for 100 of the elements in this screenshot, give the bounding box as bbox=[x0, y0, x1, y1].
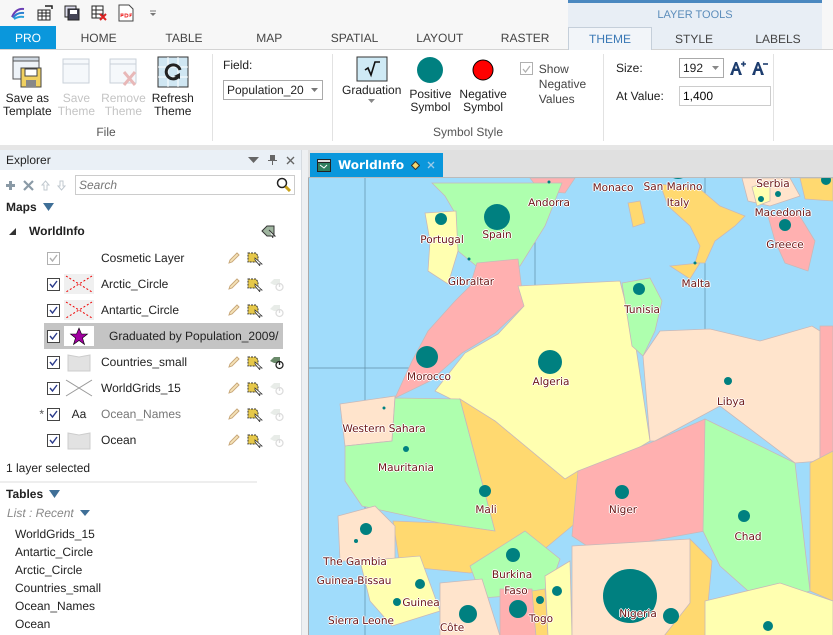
layer-name[interactable]: Arctic_Circle bbox=[101, 277, 168, 291]
checkbox[interactable] bbox=[47, 382, 60, 394]
country-label: Andorra bbox=[528, 197, 570, 209]
country-shape bbox=[628, 200, 646, 228]
increase-size-icon[interactable] bbox=[729, 60, 746, 76]
selection-icon[interactable] bbox=[247, 354, 263, 370]
ribbon-button[interactable]: Save as Template bbox=[0, 54, 55, 120]
map-name[interactable]: WorldInfo bbox=[29, 224, 262, 238]
customize-menu-icon[interactable] bbox=[149, 10, 157, 16]
country-label: Mauritania bbox=[378, 462, 434, 474]
layer-name[interactable]: Graduated by Population_2009/ bbox=[109, 329, 278, 343]
status-text: 1 layer selected bbox=[5, 460, 92, 475]
country-label: Guinea bbox=[402, 597, 440, 609]
ribbon-button[interactable]: Refresh Theme bbox=[148, 54, 197, 120]
selection-icon[interactable] bbox=[247, 250, 263, 266]
layer-name[interactable]: Ocean_Names bbox=[101, 407, 182, 421]
table-item[interactable]: Arctic_Circle bbox=[15, 561, 302, 579]
checkbox[interactable] bbox=[47, 356, 60, 368]
group-label: Symbol Style bbox=[432, 125, 504, 141]
country-label: Niger bbox=[608, 504, 638, 516]
country-label: Western Sahara bbox=[342, 423, 426, 435]
map-window-icon bbox=[317, 158, 331, 172]
country-label: Algeria bbox=[532, 376, 570, 388]
graduation-button[interactable]: Graduation bbox=[339, 54, 404, 105]
graduated-symbol bbox=[738, 510, 750, 522]
checkbox[interactable] bbox=[47, 330, 60, 342]
table-item[interactable]: Antartic_Circle bbox=[15, 543, 302, 561]
dropdown-icon[interactable] bbox=[42, 203, 54, 211]
list-mode-label[interactable]: List : Recent bbox=[7, 506, 74, 520]
ribbon-tab[interactable]: LAYOUT bbox=[397, 26, 482, 49]
field-dropdown[interactable]: Population_20 bbox=[223, 80, 323, 100]
size-dropdown[interactable]: 192 bbox=[679, 58, 724, 78]
dropdown-icon[interactable] bbox=[248, 157, 260, 163]
graduated-symbol bbox=[763, 621, 773, 631]
table-icon[interactable] bbox=[37, 5, 53, 21]
label-tag-icon[interactable] bbox=[261, 224, 278, 238]
graduated-symbol bbox=[382, 406, 386, 410]
pdf-icon[interactable] bbox=[118, 4, 134, 22]
ribbon-tab[interactable]: SPATIAL bbox=[312, 26, 398, 49]
graduated-symbol bbox=[603, 569, 657, 623]
ribbon-tab[interactable]: MAP bbox=[226, 26, 312, 49]
ribbon-tab[interactable]: STYLE bbox=[652, 27, 736, 50]
ribbon-tab[interactable]: THEME bbox=[568, 27, 652, 50]
selection-icon[interactable] bbox=[247, 406, 263, 422]
table-item[interactable]: Ocean_Names bbox=[15, 597, 302, 615]
app-logo-icon[interactable] bbox=[10, 6, 26, 20]
graduated-symbol bbox=[435, 213, 447, 225]
save-icon[interactable] bbox=[64, 5, 80, 21]
decrease-size-icon[interactable] bbox=[751, 60, 768, 76]
table-item[interactable]: WorldGrids_15 bbox=[15, 525, 302, 543]
at-value-field[interactable]: 1,400 bbox=[679, 86, 771, 106]
table-item[interactable]: Countries_small bbox=[15, 579, 302, 597]
country-label: Faso bbox=[504, 585, 528, 597]
group-label: File bbox=[95, 125, 117, 141]
graduated-symbol bbox=[354, 539, 358, 543]
pin-icon[interactable] bbox=[268, 155, 278, 165]
search-field[interactable]: Search bbox=[75, 175, 296, 195]
checkbox[interactable] bbox=[47, 408, 60, 420]
map-canvas[interactable] bbox=[308, 178, 833, 635]
checkbox[interactable] bbox=[47, 278, 60, 290]
ribbon-tab[interactable]: RASTER bbox=[482, 26, 568, 49]
hotlink-icon[interactable] bbox=[269, 354, 285, 370]
graduated-symbol bbox=[509, 600, 527, 618]
add-icon[interactable] bbox=[5, 180, 16, 190]
window-remove-icon bbox=[108, 56, 138, 88]
ribbon-tab[interactable]: LABELS bbox=[736, 27, 820, 50]
selection-icon[interactable] bbox=[247, 302, 263, 318]
dropdown-icon[interactable] bbox=[49, 490, 60, 498]
layer-name[interactable]: Countries_small bbox=[101, 355, 188, 369]
close-table-icon[interactable] bbox=[91, 5, 107, 21]
ribbon-tab[interactable]: TABLE bbox=[141, 26, 227, 49]
expand-icon[interactable] bbox=[9, 228, 16, 234]
selection-icon[interactable] bbox=[247, 380, 263, 396]
line-swatch-icon bbox=[64, 300, 94, 320]
graduated-symbol bbox=[615, 485, 629, 499]
refresh-icon bbox=[156, 56, 189, 88]
symbol-button[interactable]: Negative Symbol bbox=[456, 54, 510, 116]
close-icon[interactable] bbox=[286, 156, 296, 164]
ribbon-tab[interactable]: HOME bbox=[56, 26, 142, 49]
country-label: Mali bbox=[475, 504, 497, 516]
table-item[interactable]: Ocean bbox=[15, 615, 302, 633]
template-save-icon bbox=[12, 56, 42, 88]
graduated-symbol bbox=[415, 579, 425, 589]
country-label: Tunisia bbox=[624, 304, 660, 316]
selection-icon[interactable] bbox=[247, 432, 263, 448]
country-label: Guinea-Bissau bbox=[316, 575, 392, 587]
checkbox[interactable] bbox=[47, 304, 60, 316]
layer-name[interactable]: Antartic_Circle bbox=[101, 303, 180, 317]
layer-name[interactable]: WorldGrids_15 bbox=[101, 381, 181, 395]
country-label: Togo bbox=[528, 613, 554, 625]
text-swatch: Aa bbox=[72, 407, 86, 421]
country-label: Italy bbox=[666, 197, 690, 209]
layer-name[interactable]: Ocean bbox=[101, 433, 136, 447]
remove-icon[interactable] bbox=[23, 180, 34, 190]
selection-icon[interactable] bbox=[247, 276, 263, 292]
dropdown-icon[interactable] bbox=[80, 510, 90, 516]
search-icon[interactable] bbox=[276, 177, 292, 192]
symbol-button[interactable]: Positive Symbol bbox=[406, 54, 454, 116]
checkbox[interactable] bbox=[47, 434, 60, 446]
selected-layer-row[interactable]: Graduated by Population_2009/ bbox=[44, 323, 283, 349]
